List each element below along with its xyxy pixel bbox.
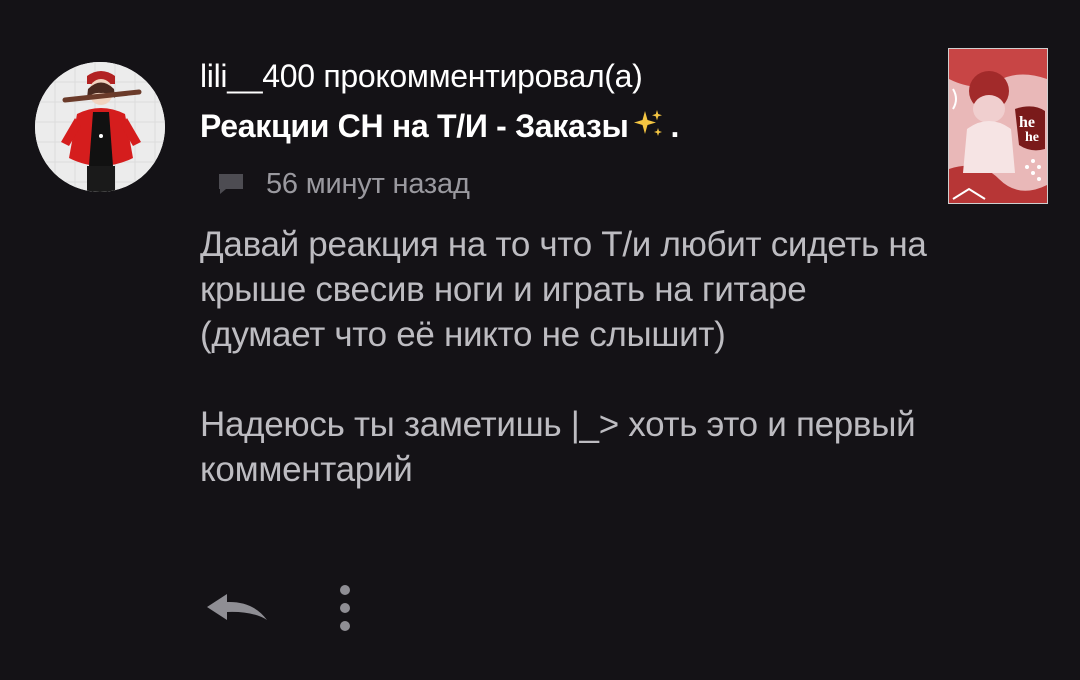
post-title-link[interactable]: Реакции СН на Т/И - Заказы — [200, 108, 629, 144]
comment-meta: 56 минут назад — [216, 166, 470, 202]
reply-arrow-icon[interactable] — [205, 588, 269, 628]
timestamp: 56 минут назад — [266, 167, 470, 200]
thumbnail-image: he he — [949, 49, 1047, 203]
avatar-illustration — [35, 62, 165, 192]
username-link[interactable]: lili__400 — [200, 58, 315, 94]
vertical-dots-icon[interactable] — [335, 582, 355, 634]
post-thumbnail[interactable]: he he — [948, 48, 1048, 204]
avatar[interactable] — [35, 62, 165, 192]
title-period: . — [670, 108, 680, 144]
action-text: прокомментировал(а) — [323, 58, 643, 94]
speech-bubble-icon — [219, 174, 243, 194]
svg-text:he: he — [1025, 130, 1039, 145]
comment-notification[interactable]: lili__400 прокомментировал(а) Реакции СН… — [0, 0, 1080, 680]
notification-header: lili__400 прокомментировал(а) — [200, 56, 643, 96]
post-title-row: Реакции СН на Т/И - Заказы . — [200, 104, 679, 148]
comment-text: Давай реакция на то что Т/и любит сидеть… — [200, 225, 927, 489]
svg-text:he: he — [1019, 114, 1035, 131]
sparkles-icon — [633, 110, 662, 136]
comment-actions — [205, 582, 355, 634]
